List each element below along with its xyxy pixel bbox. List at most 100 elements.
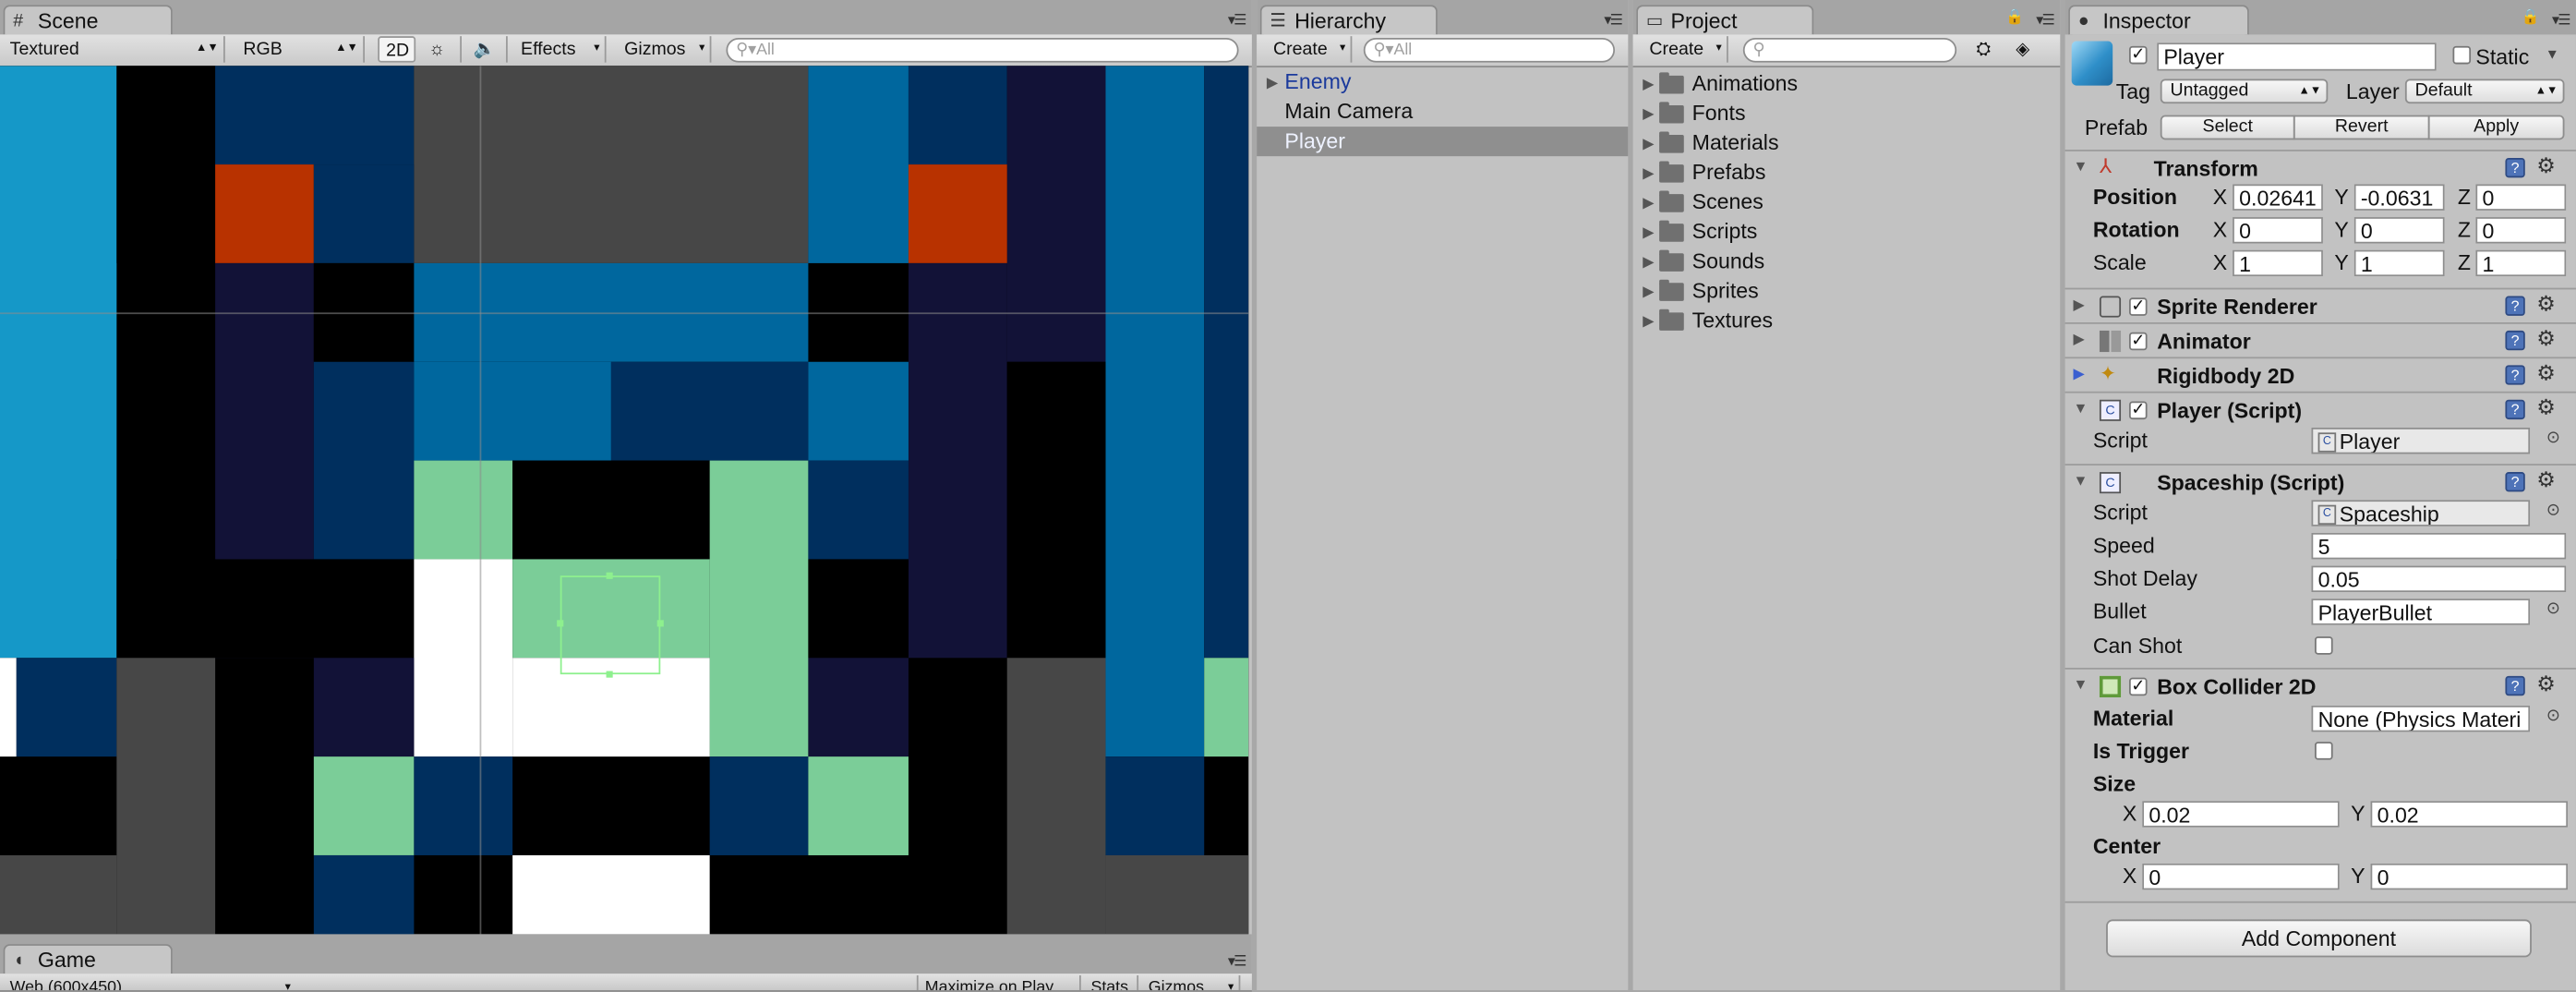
center-x-field[interactable]: 0 <box>2142 863 2340 890</box>
add-component-button[interactable]: Add Component <box>2106 919 2532 958</box>
rigidbody2d-header[interactable]: ▶ ✦ Rigidbody 2D ? ⚙ <box>2064 357 2576 393</box>
bullet-field[interactable]: PlayerBullet <box>2311 599 2531 625</box>
rotation-y-field[interactable]: 0 <box>2353 217 2445 244</box>
panel-menu-icon[interactable]: ▾☰ <box>1228 11 1247 30</box>
gear-icon[interactable]: ⚙ <box>2536 394 2556 420</box>
sprite-renderer-header[interactable]: ▶ ✓ Sprite Renderer ? ⚙ <box>2064 287 2576 324</box>
player-script-enabled-checkbox[interactable]: ✓ <box>2128 401 2148 420</box>
expand-arrow-icon[interactable]: ▶ <box>1643 128 1654 158</box>
expand-arrow-icon[interactable]: ▶ <box>1643 247 1654 276</box>
game-tab[interactable]: ◖ Game <box>3 944 173 974</box>
object-picker-icon[interactable]: ⊙ <box>2546 429 2560 448</box>
help-book-icon[interactable]: ? <box>2505 472 2525 492</box>
filter-by-type-button[interactable]: ⛭ <box>1969 36 2003 62</box>
audio-toggle[interactable]: 🔈 <box>466 36 508 63</box>
collider-handle[interactable] <box>606 572 613 579</box>
folder-prefabs[interactable]: ▶ Prefabs <box>1633 158 2044 188</box>
gear-icon[interactable]: ⚙ <box>2536 360 2556 386</box>
panel-menu-icon[interactable]: ▾☰ <box>2552 11 2571 30</box>
scale-z-field[interactable]: 1 <box>2475 249 2567 277</box>
project-create-button[interactable]: Create ▾ <box>1643 36 1728 63</box>
folder-fonts[interactable]: ▶ Fonts <box>1633 99 2044 128</box>
can-shot-checkbox[interactable] <box>2315 636 2333 655</box>
shot-delay-field[interactable]: 0.05 <box>2311 565 2567 593</box>
scale-x-field[interactable]: 1 <box>2233 249 2323 277</box>
collapse-arrow-icon[interactable]: ▼ <box>2073 400 2088 417</box>
expand-arrow-icon[interactable]: ▶ <box>1643 188 1654 217</box>
collapse-arrow-icon[interactable]: ▼ <box>2073 472 2088 489</box>
panel-menu-icon[interactable]: ▾☰ <box>1228 952 1247 971</box>
expand-arrow-icon[interactable]: ▶ <box>2073 296 2084 315</box>
lock-icon[interactable]: 🔒 <box>2522 8 2540 27</box>
expand-arrow-icon[interactable]: ▶ <box>1643 276 1654 306</box>
collider-handle[interactable] <box>656 620 664 627</box>
hierarchy-item-enemy[interactable]: ▶ Enemy <box>1257 67 1628 97</box>
effects-dropdown[interactable]: Effects ▾ <box>514 36 607 63</box>
object-name-input[interactable]: Player <box>2157 42 2437 71</box>
static-dropdown-icon[interactable]: ▾ <box>2548 46 2557 65</box>
size-x-field[interactable]: 0.02 <box>2142 801 2340 828</box>
collider-handle[interactable] <box>606 671 613 678</box>
folder-animations[interactable]: ▶ Animations <box>1633 69 2044 99</box>
hierarchy-item-player[interactable]: Player <box>1257 127 1629 157</box>
prefab-revert-button[interactable]: Revert <box>2293 115 2430 140</box>
size-y-field[interactable]: 0.02 <box>2370 801 2569 828</box>
animator-enabled-checkbox[interactable]: ✓ <box>2128 332 2148 351</box>
object-picker-icon[interactable]: ⊙ <box>2546 502 2560 520</box>
game-gizmos-dropdown[interactable]: Gizmos ▾ <box>1142 974 1241 990</box>
folder-materials[interactable]: ▶ Materials <box>1633 128 2044 158</box>
gear-icon[interactable]: ⚙ <box>2536 153 2556 179</box>
panel-menu-icon[interactable]: ▾☰ <box>1604 11 1623 30</box>
help-book-icon[interactable]: ? <box>2505 365 2525 385</box>
help-book-icon[interactable]: ? <box>2505 675 2525 696</box>
material-field[interactable]: None (Physics Materi <box>2311 705 2531 732</box>
panel-menu-icon[interactable]: ▾☰ <box>2036 11 2055 30</box>
filter-by-label-button[interactable]: ◈ <box>2009 36 2042 62</box>
inspector-tab[interactable]: ● Inspector <box>2068 5 2249 35</box>
maximize-toggle[interactable]: Maximize on Play <box>916 974 1081 990</box>
tag-dropdown[interactable]: Untagged ▲▼ <box>2160 79 2329 104</box>
scene-search-input[interactable]: ⚲▾All <box>726 37 1239 63</box>
hierarchy-item-main-camera[interactable]: Main Camera <box>1257 97 1628 127</box>
folder-scripts[interactable]: ▶ Scripts <box>1633 217 2044 247</box>
expand-arrow-icon[interactable]: ▶ <box>1267 67 1278 97</box>
resolution-dropdown[interactable]: Web (600x450) ▾ <box>4 975 296 990</box>
folder-sprites[interactable]: ▶ Sprites <box>1633 276 2044 306</box>
lighting-toggle[interactable]: ☼ <box>422 36 462 63</box>
hierarchy-create-button[interactable]: Create ▾ <box>1267 36 1353 63</box>
collapse-arrow-icon[interactable]: ▼ <box>2073 158 2088 175</box>
rotation-z-field[interactable]: 0 <box>2475 217 2567 244</box>
expand-arrow-icon[interactable]: ▶ <box>1643 217 1654 247</box>
expand-arrow-icon[interactable]: ▶ <box>1643 158 1654 188</box>
gear-icon[interactable]: ⚙ <box>2536 671 2556 697</box>
folder-textures[interactable]: ▶ Textures <box>1633 306 2044 335</box>
prefab-apply-button[interactable]: Apply <box>2427 115 2565 140</box>
scene-tab[interactable]: # Scene <box>3 5 173 35</box>
is-trigger-checkbox[interactable] <box>2315 742 2333 760</box>
object-picker-icon[interactable]: ⊙ <box>2546 600 2560 619</box>
sprite-renderer-enabled-checkbox[interactable]: ✓ <box>2128 297 2148 316</box>
help-book-icon[interactable]: ? <box>2505 296 2525 316</box>
gear-icon[interactable]: ⚙ <box>2536 291 2556 317</box>
position-x-field[interactable]: 0.02641 <box>2233 184 2323 211</box>
spaceship-script-header[interactable]: ▼ C Spaceship (Script) ? ⚙ <box>2064 464 2576 500</box>
help-book-icon[interactable]: ? <box>2505 399 2525 420</box>
stats-toggle[interactable]: Stats <box>1084 974 1139 990</box>
folder-scenes[interactable]: ▶ Scenes <box>1633 188 2044 217</box>
center-y-field[interactable]: 0 <box>2370 863 2569 890</box>
2d-toggle[interactable]: 2D <box>378 36 416 63</box>
project-tab[interactable]: ▭ Project <box>1636 5 1814 35</box>
help-book-icon[interactable]: ? <box>2505 330 2525 351</box>
gear-icon[interactable]: ⚙ <box>2536 467 2556 493</box>
position-z-field[interactable]: 0 <box>2475 184 2567 211</box>
folder-sounds[interactable]: ▶ Sounds <box>1633 247 2044 276</box>
project-search-input[interactable]: ⚲ <box>1742 37 1957 63</box>
hierarchy-tab[interactable]: ☰ Hierarchy <box>1259 5 1438 35</box>
rotation-x-field[interactable]: 0 <box>2233 217 2323 244</box>
collapse-arrow-icon[interactable]: ▼ <box>2073 676 2088 693</box>
box-collider-header[interactable]: ▼ ✓ Box Collider 2D ? ⚙ <box>2064 667 2576 704</box>
draw-mode-dropdown[interactable]: Textured ▲▼ <box>4 36 225 63</box>
expand-arrow-icon[interactable]: ▶ <box>2073 331 2084 349</box>
layer-dropdown[interactable]: Default ▲▼ <box>2404 79 2565 104</box>
player-script-header[interactable]: ▼ C ✓ Player (Script) ? ⚙ <box>2064 391 2576 428</box>
